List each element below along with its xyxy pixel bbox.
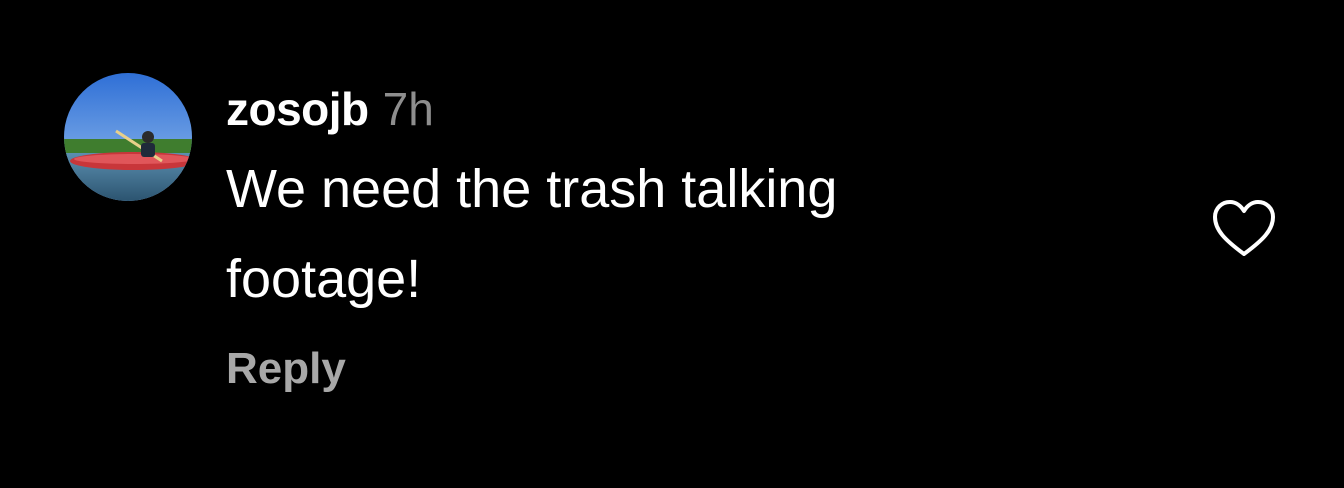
heart-outline-icon [1213, 200, 1275, 256]
comment-text: We need the trash talking footage! [226, 159, 838, 309]
reply-button[interactable]: Reply [226, 344, 346, 394]
comment-body: zosojb 7h We need the trash talking foot… [226, 82, 1126, 324]
comment-item: zosojb 7h We need the trash talking foot… [0, 0, 1344, 488]
comment-meta: zosojb 7h [226, 82, 1126, 140]
comment-timestamp: 7h [382, 83, 434, 135]
avatar-photo-icon [64, 73, 192, 201]
comment-username[interactable]: zosojb [226, 82, 369, 136]
like-button[interactable] [1211, 198, 1277, 260]
avatar[interactable] [64, 73, 192, 201]
